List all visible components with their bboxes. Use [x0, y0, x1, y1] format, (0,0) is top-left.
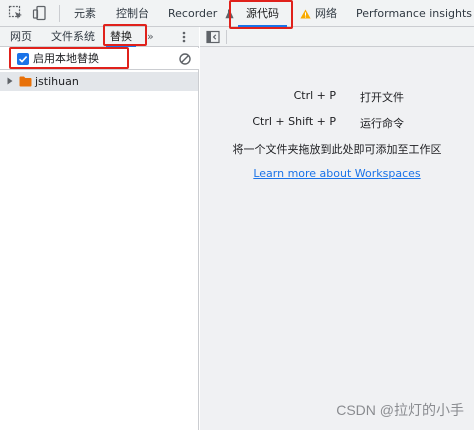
watermark: CSDN @拉灯的小手: [336, 402, 464, 418]
tab-sources-label: 源代码: [246, 7, 279, 20]
tab-filesystem[interactable]: 文件系统: [51, 27, 95, 47]
tab-sources[interactable]: 源代码: [238, 0, 287, 27]
tab-page[interactable]: 网页: [10, 27, 32, 47]
toolbar-divider: [226, 30, 227, 44]
toggle-navigator-icon[interactable]: [206, 30, 220, 44]
tab-elements[interactable]: 元素: [74, 0, 96, 27]
tab-overrides[interactable]: 替换: [106, 27, 136, 47]
checkmark-icon: [18, 56, 28, 63]
navigator-tabs: 网页 文件系统 替换 »: [0, 27, 199, 47]
enable-overrides-row: 启用本地替换: [0, 48, 199, 70]
folder-icon: [19, 76, 32, 87]
shortcut-open-file-keys: Ctrl + P: [293, 89, 336, 102]
sources-navigator: 网页 文件系统 替换 » 启用本地替换 jstihuan: [0, 27, 199, 430]
tab-network-label: 网络: [315, 7, 337, 20]
warning-icon: [300, 9, 311, 19]
more-options-icon[interactable]: [180, 30, 188, 44]
editor-toolbar: [200, 27, 474, 47]
tab-network[interactable]: 网络: [300, 0, 337, 27]
selected-tab-indicator: [106, 45, 136, 47]
tab-performance-insights[interactable]: Performance insights: [356, 0, 474, 27]
drop-folder-hint: 将一个文件夹拖放到此处即可添加至工作区: [232, 143, 442, 156]
tree-item-folder[interactable]: jstihuan: [0, 72, 198, 91]
tab-filesystem-label: 文件系统: [51, 30, 95, 43]
tab-console-label: 控制台: [116, 7, 149, 20]
shortcut-run-command-action: 运行命令: [360, 117, 404, 130]
enable-overrides-label[interactable]: 启用本地替换: [33, 48, 99, 70]
tab-recorder[interactable]: Recorder: [168, 0, 234, 27]
clear-overrides-icon[interactable]: [178, 52, 192, 66]
shortcut-run-command-keys: Ctrl + Shift + P: [252, 115, 336, 128]
inspect-element-icon[interactable]: [8, 5, 24, 21]
devtools-window: 元素 控制台 Recorder 源代码 网络 Performance insig…: [0, 0, 474, 430]
tab-performance-insights-label: Performance insights: [356, 7, 473, 20]
tree-item-label: jstihuan: [35, 75, 79, 88]
enable-overrides-checkbox[interactable]: [17, 53, 29, 65]
editor-placeholder: Ctrl + P 打开文件 Ctrl + Shift + P 运行命令 将一个文…: [200, 27, 474, 430]
tab-page-label: 网页: [10, 30, 32, 43]
shortcut-open-file-action: 打开文件: [360, 91, 404, 104]
learn-more-workspaces-link[interactable]: Learn more about Workspaces: [200, 167, 474, 180]
expand-arrow-icon[interactable]: [7, 77, 13, 85]
tab-recorder-label: Recorder: [168, 7, 218, 20]
tab-overrides-label: 替换: [110, 30, 132, 43]
tab-elements-label: 元素: [74, 7, 96, 20]
experimental-flask-icon: [225, 9, 234, 19]
main-toolbar: 元素 控制台 Recorder 源代码 网络 Performance insig…: [0, 0, 474, 27]
toolbar-divider: [59, 5, 60, 22]
tab-console[interactable]: 控制台: [116, 0, 149, 27]
device-toolbar-icon[interactable]: [32, 5, 48, 21]
more-tabs-button[interactable]: »: [147, 30, 157, 44]
